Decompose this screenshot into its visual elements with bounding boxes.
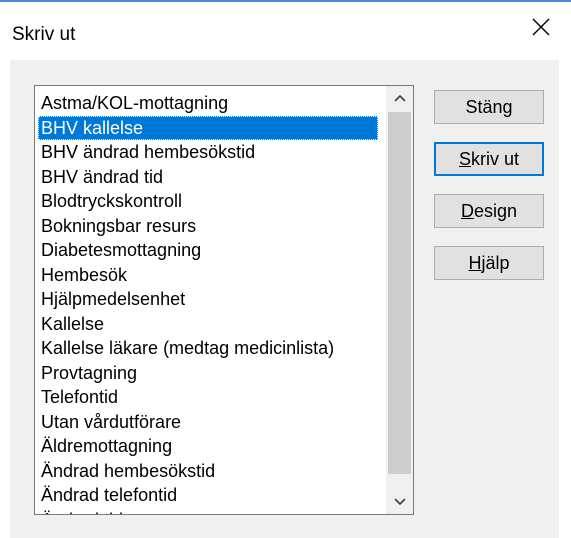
help-button-label: jälp — [481, 252, 510, 273]
title-bar: Skriv ut — [0, 2, 571, 60]
close-button[interactable]: Stäng — [434, 90, 544, 124]
close-window-button[interactable] — [511, 2, 571, 52]
chevron-up-icon — [393, 94, 406, 102]
close-button-label: Stäng — [465, 96, 513, 117]
help-button-mnemonic: H — [468, 252, 482, 273]
template-list: Astma/KOL-mottagning BHV kallelse BHV ändr… — [38, 91, 378, 515]
list-item[interactable]: Hembesök — [38, 263, 378, 288]
vertical-scrollbar[interactable] — [386, 86, 413, 514]
list-item[interactable]: Utan vårdutförare — [38, 410, 378, 435]
list-item[interactable]: Blodtryckskontroll — [38, 189, 378, 214]
list-item[interactable]: BHV kallelse — [38, 115, 378, 140]
list-item[interactable]: Ändrad tid — [38, 508, 378, 515]
dialog-client-area: Astma/KOL-mottagning BHV kallelse BHV ändr… — [10, 60, 559, 538]
design-button-mnemonic: D — [460, 200, 474, 221]
list-item[interactable]: Äldremottagning — [38, 434, 378, 459]
list-item[interactable]: Astma/KOL-mottagning — [38, 91, 378, 116]
list-item[interactable]: BHV ändrad hembesökstid — [38, 140, 378, 165]
design-button[interactable]: Design — [434, 194, 544, 228]
list-item[interactable]: BHV ändrad tid — [38, 165, 378, 190]
design-button-label: esign — [473, 200, 518, 221]
print-button-mnemonic: S — [458, 148, 471, 169]
list-item[interactable]: Ändrad hembesökstid — [38, 459, 378, 484]
list-item[interactable]: Kallelse läkare (medtag medicinlista) — [38, 336, 378, 361]
list-item[interactable]: Diabetesmottagning — [38, 238, 378, 263]
scroll-up-button[interactable] — [386, 86, 413, 110]
help-button[interactable]: Hjälp — [434, 246, 544, 280]
list-item[interactable]: Telefontid — [38, 385, 378, 410]
chevron-down-icon — [393, 498, 406, 506]
list-item[interactable]: Bokningsbar resurs — [38, 214, 378, 239]
window-title: Skriv ut — [12, 24, 76, 45]
print-button-label: kriv ut — [471, 148, 520, 169]
print-dialog: Skriv ut Astma/KOL-mottagning BHV kallels… — [0, 0, 571, 538]
scroll-thumb[interactable] — [388, 112, 411, 474]
list-item[interactable]: Provtagning — [38, 361, 378, 386]
print-button[interactable]: Skriv ut — [434, 142, 544, 176]
close-icon — [532, 18, 550, 36]
list-item[interactable]: Kallelse — [38, 312, 378, 337]
template-listbox[interactable]: Astma/KOL-mottagning BHV kallelse BHV ändr… — [34, 85, 414, 515]
scroll-down-button[interactable] — [386, 490, 413, 514]
list-item[interactable]: Hjälpmedelsenhet — [38, 287, 378, 312]
list-item[interactable]: Ändrad telefontid — [38, 483, 378, 508]
